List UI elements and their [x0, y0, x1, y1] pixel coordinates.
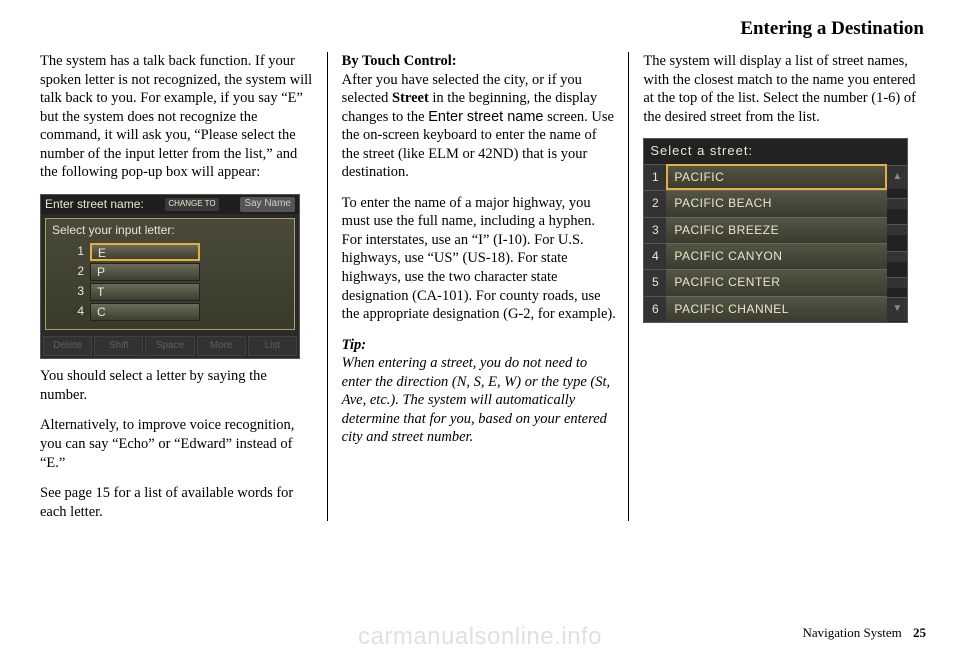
street-name: PACIFIC BEACH	[666, 190, 887, 216]
street-list-title: Select a street:	[644, 139, 907, 164]
col1-para3: Alternatively, to improve voice recognit…	[40, 416, 315, 472]
col2-para2: To enter the name of a major highway, yo…	[342, 194, 617, 324]
change-to-label: CHANGE TO	[165, 198, 218, 210]
col3-para1: The system will display a list of street…	[643, 52, 918, 126]
street-idx: 6	[644, 296, 666, 322]
popup-row-3: 3 T	[70, 283, 288, 301]
col2-p1d: Enter street name	[428, 109, 543, 125]
col1-para1: The system has a talk back function. If …	[40, 52, 315, 182]
col1-para2: You should select a letter by saying the…	[40, 367, 315, 404]
nav-popup-header: Enter street name: CHANGE TO Say Name	[41, 195, 299, 214]
col1-para4: See page 15 for a list of available word…	[40, 484, 315, 521]
content-columns: The system has a talk back function. If …	[40, 52, 930, 521]
scroll-spacer	[887, 251, 907, 262]
street-idx: 2	[644, 190, 666, 216]
letter-popup: Select your input letter: 1 E 2 P 3 T 4	[45, 218, 295, 329]
space-button: Space	[145, 336, 194, 357]
street-row-1: 1 PACIFIC ▲	[644, 164, 907, 190]
street-idx: 5	[644, 269, 666, 295]
street-name: PACIFIC CENTER	[666, 269, 887, 295]
popup-cell: T	[90, 283, 200, 301]
street-row-2: 2 PACIFIC BEACH	[644, 190, 907, 216]
scroll-spacer	[887, 198, 907, 209]
tip-heading: Tip:	[342, 337, 366, 353]
scroll-spacer	[887, 224, 907, 235]
nav-popup-screenshot: Enter street name: CHANGE TO Say Name Se…	[40, 194, 300, 360]
popup-row-1: 1 E	[70, 243, 288, 261]
street-idx: 3	[644, 217, 666, 243]
column-2: By Touch Control: After you have selecte…	[327, 52, 629, 521]
tip-body: When entering a street, you do not need …	[342, 355, 610, 445]
delete-button: Delete	[43, 336, 92, 357]
col2-p1b: Street	[392, 90, 429, 106]
popup-cell: C	[90, 303, 200, 321]
popup-cell: E	[90, 243, 200, 261]
col2-tip: Tip: When entering a street, you do not …	[342, 336, 617, 447]
scroll-up-icon: ▲	[887, 165, 907, 189]
popup-row-2: 2 P	[70, 263, 288, 281]
street-idx: 1	[644, 164, 666, 190]
street-row-6: 6 PACIFIC CHANNEL ▼	[644, 296, 907, 322]
column-3: The system will display a list of street…	[628, 52, 930, 521]
street-name: PACIFIC	[666, 164, 887, 190]
list-button: List	[248, 336, 297, 357]
street-name: PACIFIC CANYON	[666, 243, 887, 269]
street-row-3: 3 PACIFIC BREEZE	[644, 217, 907, 243]
popup-title: Select your input letter:	[52, 223, 288, 238]
scroll-spacer	[887, 277, 907, 288]
nav-popup-title: Enter street name:	[45, 197, 144, 212]
scroll-down-icon: ▼	[887, 297, 907, 321]
popup-row-4: 4 C	[70, 303, 288, 321]
popup-num: 2	[70, 264, 84, 279]
popup-num: 3	[70, 284, 84, 299]
page-title: Entering a Destination	[40, 18, 930, 40]
street-row-4: 4 PACIFIC CANYON	[644, 243, 907, 269]
touch-control-heading: By Touch Control:	[342, 53, 457, 69]
street-row-5: 5 PACIFIC CENTER	[644, 269, 907, 295]
street-name: PACIFIC CHANNEL	[666, 296, 887, 322]
street-idx: 4	[644, 243, 666, 269]
popup-num: 1	[70, 244, 84, 259]
more-button: More	[197, 336, 246, 357]
col2-para1: By Touch Control: After you have selecte…	[342, 52, 617, 182]
footer-page: 25	[913, 625, 926, 640]
column-1: The system has a talk back function. If …	[40, 52, 327, 521]
page-footer: Navigation System 25	[802, 625, 926, 641]
manual-page: Entering a Destination The system has a …	[0, 0, 960, 655]
popup-cell: P	[90, 263, 200, 281]
shift-button: Shift	[94, 336, 143, 357]
street-name: PACIFIC BREEZE	[666, 217, 887, 243]
nav-popup-footer: Delete Shift Space More List	[41, 334, 299, 359]
say-name-button: Say Name	[240, 197, 295, 212]
footer-label: Navigation System	[802, 625, 901, 640]
street-list-screenshot: Select a street: 1 PACIFIC ▲ 2 PACIFIC B…	[643, 138, 908, 323]
popup-num: 4	[70, 304, 84, 319]
